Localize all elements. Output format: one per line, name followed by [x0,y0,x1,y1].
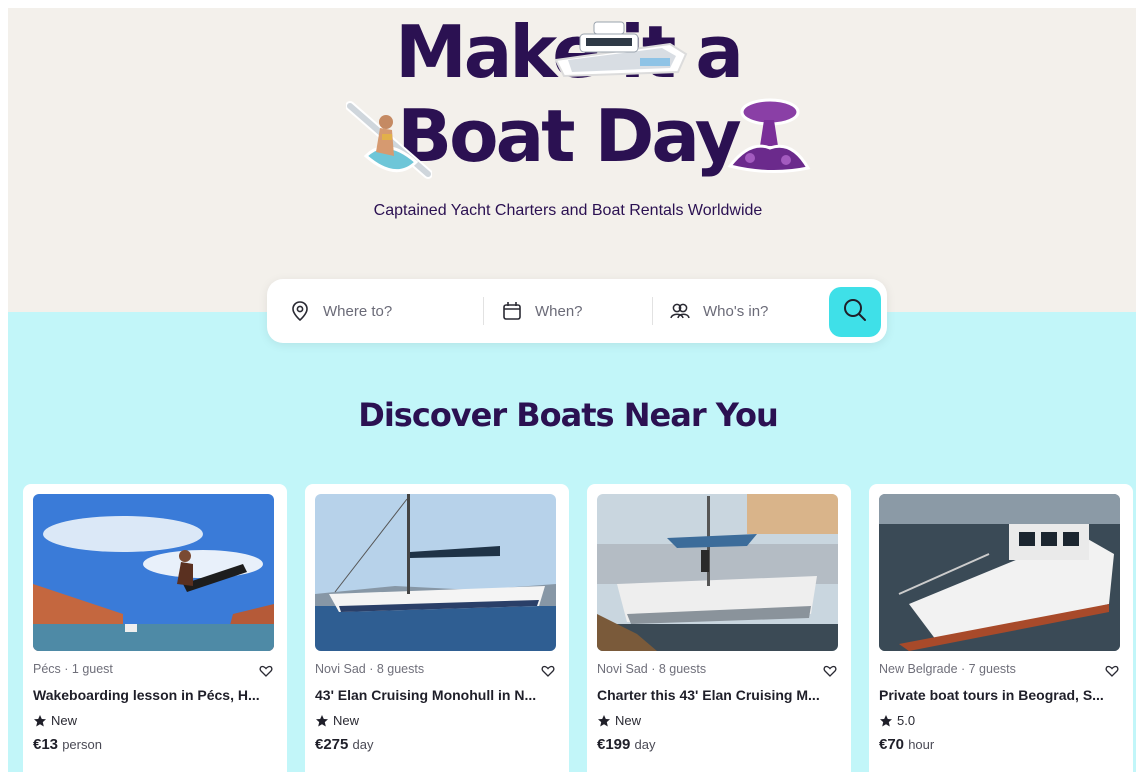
where-placeholder: Where to? [323,302,393,320]
hero-headline-line2: Boat Day [397,94,741,178]
listing-rating: New [33,713,77,728]
where-field[interactable]: Where to? [289,279,392,343]
listing-card[interactable]: Pécs · 1 guest Wakeboarding lesson in Pé… [23,484,287,772]
guests-placeholder: Who's in? [703,302,769,320]
listing-card[interactable]: Novi Sad · 8 guests 43' Elan Cruising Mo… [305,484,569,772]
listing-price: €70 hour [879,736,934,753]
star-icon [597,714,611,728]
guests-icon [669,300,691,322]
rating-text: New [615,713,642,728]
listing-photo[interactable] [879,494,1120,651]
price-unit: person [62,737,102,752]
price-unit: day [634,737,656,752]
rating-text: New [333,713,360,728]
hero-subtitle: Captained Yacht Charters and Boat Rental… [373,202,763,219]
guests-field[interactable]: Who's in? [669,279,768,343]
search-icon [842,297,868,328]
listing-photo[interactable] [597,494,838,651]
listing-meta: New Belgrade · 7 guests [879,662,1016,676]
heart-icon[interactable] [541,664,555,678]
listing-photo[interactable] [33,494,274,651]
listing-meta: Novi Sad · 8 guests [597,662,707,676]
listing-rating: 5.0 [879,713,915,728]
listing-photo[interactable] [315,494,556,651]
price-value: €70 [879,736,905,753]
listing-rating: New [315,713,359,728]
price-value: €199 [597,736,631,753]
listing-meta: Novi Sad · 8 guests [315,662,425,676]
listing-card[interactable]: New Belgrade · 7 guests Private boat tou… [869,484,1133,772]
yacht-sticker-image [550,14,690,86]
search-divider [483,297,484,325]
calendar-icon [501,300,523,322]
paddleboard-sticker-image [345,96,433,180]
listing-title[interactable]: Charter this 43' Elan Cruising M... [597,687,837,703]
price-unit: hour [908,737,935,752]
listing-title[interactable]: Wakeboarding lesson in Pécs, H... [33,687,273,703]
listing-title[interactable]: 43' Elan Cruising Monohull in N... [315,687,555,703]
coral-sticker-image [720,96,812,178]
search-button[interactable] [829,287,881,337]
listing-price: €13 person [33,736,102,753]
star-icon [33,714,47,728]
price-unit: day [352,737,374,752]
rating-text: 5.0 [897,713,916,728]
listing-card[interactable]: Novi Sad · 8 guests Charter this 43' Ela… [587,484,851,772]
heart-icon[interactable] [1105,664,1119,678]
section-title: Discover Boats Near You [358,396,778,434]
when-field[interactable]: When? [501,279,583,343]
listing-meta: Pécs · 1 guest [33,662,113,676]
listing-price: €275 day [315,736,374,753]
location-pin-icon [289,300,311,322]
listing-title[interactable]: Private boat tours in Beograd, S... [879,687,1119,703]
listing-price: €199 day [597,736,656,753]
rating-text: New [51,713,78,728]
listing-rating: New [597,713,641,728]
search-divider [652,297,653,325]
price-value: €13 [33,736,59,753]
star-icon [315,714,329,728]
heart-icon[interactable] [259,664,273,678]
price-value: €275 [315,736,349,753]
when-placeholder: When? [535,302,583,320]
heart-icon[interactable] [823,664,837,678]
search-bar: Where to? When? Who's in? [267,279,887,343]
star-icon [879,714,893,728]
